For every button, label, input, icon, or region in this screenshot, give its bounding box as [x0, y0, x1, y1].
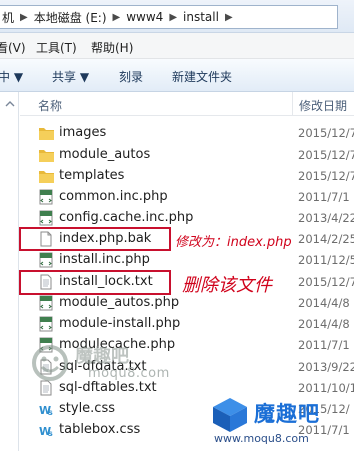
- file-name: config.cache.inc.php: [59, 210, 194, 225]
- file-name: module_autos.php: [59, 295, 180, 310]
- file-row[interactable]: common.inc.php 2011/7/1: [20, 187, 354, 208]
- new-folder-button[interactable]: 新建文件夹: [172, 68, 232, 85]
- file-row[interactable]: module-install.php 2014/4/8: [20, 314, 354, 335]
- php-file-icon: [38, 252, 55, 268]
- breadcrumb-separator-icon[interactable]: ▶: [110, 12, 124, 23]
- menu-help[interactable]: 帮助(H): [91, 39, 133, 56]
- file-name: style.css: [59, 401, 115, 416]
- breadcrumb-separator-icon[interactable]: ▶: [17, 12, 31, 23]
- folder-icon: [38, 125, 55, 141]
- rename-note: 修改为：index.php: [175, 235, 292, 250]
- column-date-header[interactable]: 修改日期: [299, 97, 347, 114]
- delete-callout-box: [19, 270, 171, 295]
- watermark-logo-text: 魔趣吧: [75, 346, 129, 367]
- css-file-icon: Ws: [38, 401, 55, 417]
- watermark-smiley-icon: [32, 345, 68, 381]
- file-row[interactable]: images 2015/12/7: [20, 123, 354, 144]
- php-file-icon: [38, 210, 55, 226]
- file-row[interactable]: sql-dfdata.txt 2013/9/22: [20, 357, 354, 378]
- folder-icon: [38, 168, 55, 184]
- command-toolbar: 中 ▼ 共享 ▼ 刻录 新建文件夹: [0, 59, 354, 92]
- scroll-up-arrow-icon[interactable]: [4, 98, 16, 110]
- breadcrumb-local-disk[interactable]: 本地磁盘 (E:): [31, 9, 110, 26]
- brand-url: www.moqu8.com: [214, 432, 309, 445]
- file-date: 2014/4/8: [298, 296, 350, 310]
- organize-button[interactable]: 中 ▼: [0, 68, 23, 85]
- navigation-pane[interactable]: [0, 92, 19, 451]
- brand-name: 魔趣吧: [254, 402, 320, 426]
- address-bar: 机 ▶ 本地磁盘 (E:) ▶ www4 ▶ install ▶: [0, 0, 354, 33]
- svg-text:s: s: [48, 408, 53, 417]
- php-file-icon: [38, 189, 55, 205]
- file-date: 2011/7/1: [298, 190, 350, 204]
- file-row[interactable]: modulecache.php 2011/7/1: [20, 335, 354, 356]
- file-name: images: [59, 125, 107, 140]
- breadcrumb-computer[interactable]: 机: [0, 9, 17, 26]
- share-button[interactable]: 共享 ▼: [52, 68, 89, 85]
- file-row[interactable]: install.inc.php 2011/12/5: [20, 250, 354, 271]
- brand-watermark: 魔趣吧 www.moqu8.com: [208, 394, 354, 451]
- file-date: 2015/12/7: [298, 126, 354, 140]
- file-date: 2011/7/1: [298, 338, 350, 352]
- breadcrumb[interactable]: 机 ▶ 本地磁盘 (E:) ▶ www4 ▶ install ▶: [0, 5, 338, 29]
- menu-bar: 看(V) 工具(T) 帮助(H): [0, 33, 354, 59]
- watermark-logo: [30, 343, 70, 386]
- file-name: sql-dftables.txt: [59, 380, 157, 395]
- file-name: common.inc.php: [59, 189, 168, 204]
- breadcrumb-install[interactable]: install: [180, 10, 222, 24]
- file-date: 2014/4/8: [298, 317, 350, 331]
- column-divider[interactable]: [292, 92, 293, 116]
- file-date: 2011/12/5: [298, 253, 354, 267]
- breadcrumb-separator-icon[interactable]: ▶: [166, 12, 180, 23]
- folder-icon: [38, 147, 55, 163]
- file-date: 2014/2/25: [298, 232, 354, 246]
- file-date: 2015/12/7: [298, 169, 354, 183]
- column-name-header[interactable]: 名称: [38, 97, 62, 114]
- delete-note: 删除该文件: [182, 275, 272, 296]
- rename-callout-box: [19, 227, 171, 251]
- burn-button[interactable]: 刻录: [119, 68, 143, 85]
- css-file-icon: Ws: [38, 422, 55, 438]
- file-name: install.inc.php: [59, 252, 150, 267]
- file-row[interactable]: config.cache.inc.php 2013/4/22: [20, 208, 354, 229]
- file-date: 2015/12/7: [298, 148, 354, 162]
- file-row[interactable]: templates 2015/12/7: [20, 166, 354, 187]
- brand-cube-icon: [213, 398, 247, 432]
- file-date: 2013/4/22: [298, 211, 354, 225]
- breadcrumb-www4[interactable]: www4: [123, 10, 166, 24]
- column-header: 名称 修改日期: [20, 92, 354, 116]
- file-row[interactable]: module_autos 2015/12/7: [20, 145, 354, 166]
- svg-text:s: s: [48, 429, 53, 438]
- file-date: 2013/9/22: [298, 360, 354, 374]
- menu-tools[interactable]: 工具(T): [36, 39, 77, 56]
- menu-view[interactable]: 看(V): [0, 39, 26, 56]
- file-date: 2015/12/7: [298, 275, 354, 289]
- file-date: 2011/10/1: [298, 381, 354, 395]
- file-name: module-install.php: [59, 316, 181, 331]
- file-name: module_autos: [59, 147, 151, 162]
- php-file-icon: [38, 316, 55, 332]
- watermark-url: moqu8.com: [88, 366, 170, 381]
- php-file-icon: [38, 295, 55, 311]
- file-name: templates: [59, 168, 125, 183]
- file-name: tablebox.css: [59, 422, 141, 437]
- breadcrumb-separator-icon[interactable]: ▶: [222, 12, 236, 23]
